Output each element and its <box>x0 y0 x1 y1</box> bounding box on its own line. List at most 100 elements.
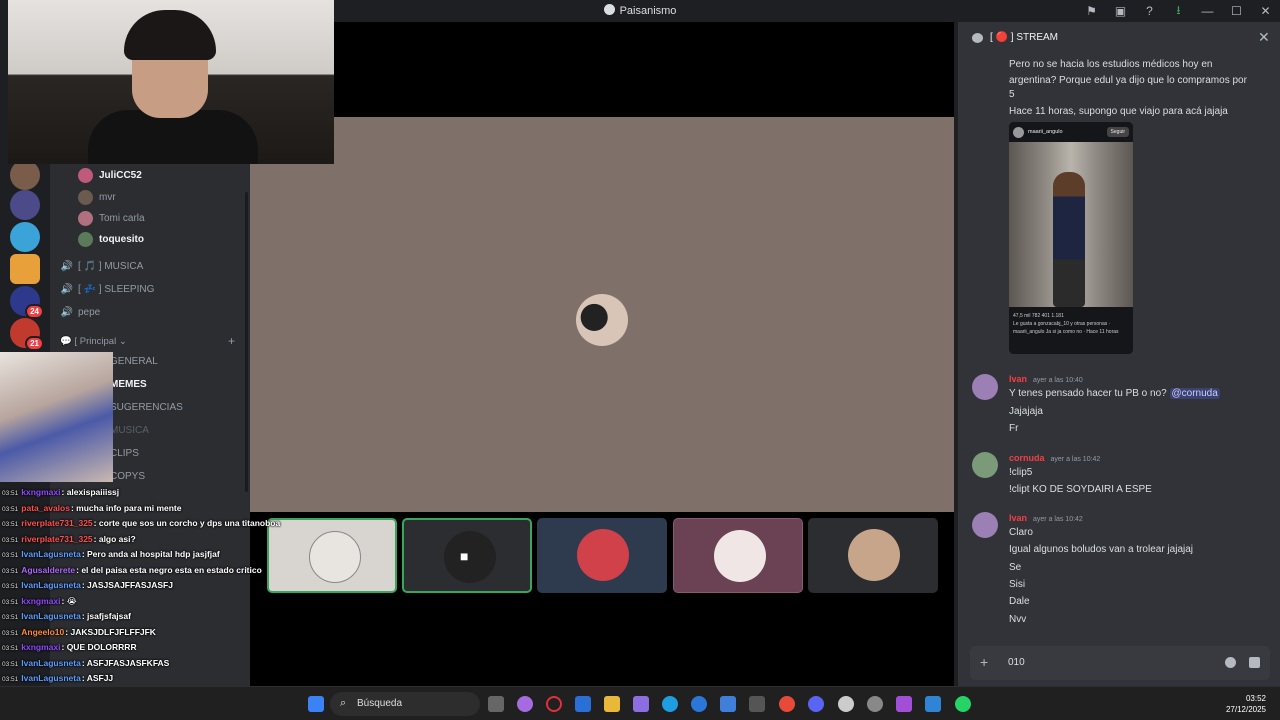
panel-header: [ 🔴 ] STREAM ✕ <box>958 22 1280 54</box>
server-icon-4[interactable] <box>10 254 40 284</box>
inbox-icon[interactable]: ▣ <box>1106 4 1135 18</box>
message-text: Fr <box>1009 423 1019 434</box>
app-icon[interactable] <box>925 696 941 712</box>
voice-user[interactable]: toquesito <box>78 229 144 249</box>
speaker-icon: 🔊 <box>60 306 74 318</box>
emoji-icon[interactable] <box>1225 657 1236 668</box>
voice-user[interactable]: Tomi carla <box>78 208 145 228</box>
flag-icon[interactable]: ⚑ <box>1077 4 1106 18</box>
message-text: Dale <box>1009 596 1030 607</box>
message-author[interactable]: Ivan ayer a las 10:42 <box>1009 513 1083 523</box>
stream-chat-panel: [ 🔴 ] STREAM ✕ Pero no se hacia los estu… <box>958 22 1280 686</box>
message-text: Hace 11 horas, supongo que viajo para ac… <box>1009 106 1228 117</box>
help-icon[interactable]: ? <box>1135 4 1164 18</box>
message-text: Se <box>1009 562 1022 573</box>
app-icon[interactable] <box>691 696 707 712</box>
discord-icon[interactable] <box>808 696 824 712</box>
voice-user[interactable]: mvr <box>78 187 116 207</box>
unread-badge: 21 <box>25 336 44 351</box>
overlay-chat-line: 03:51 IvanLagusneta: Pero anda al hospita… <box>2 549 220 559</box>
message-input[interactable]: 010 <box>1008 657 1025 668</box>
server-icon-2[interactable] <box>10 190 40 220</box>
download-icon[interactable]: ⭳ <box>1164 1 1193 22</box>
voice-user[interactable]: JuliCC52 <box>78 165 142 185</box>
participant-tile[interactable] <box>537 518 667 593</box>
terminal-icon[interactable] <box>749 696 765 712</box>
category-principal[interactable]: 💬 [ Principal ⌄ <box>60 336 127 347</box>
app-icon[interactable] <box>896 696 912 712</box>
server-icon-3[interactable] <box>10 222 40 252</box>
opera-icon[interactable] <box>546 696 562 712</box>
store-icon[interactable] <box>575 696 591 712</box>
taskbar: ⌕ Búsqueda 03:52 27/12/2025 <box>0 686 1280 720</box>
main-video-area[interactable] <box>250 117 954 512</box>
avatar <box>78 167 93 183</box>
copilot-icon[interactable] <box>517 696 533 712</box>
windows-start-icon[interactable] <box>308 696 324 712</box>
overlay-chat-line: 03:51 kxngmaxi: alexispaiiissj <box>2 487 120 497</box>
webcam-overlay-2 <box>0 352 113 482</box>
message-text: Jajajaja <box>1009 406 1043 417</box>
attach-plus-icon[interactable]: + <box>980 654 988 670</box>
voice-channel-musica[interactable]: 🔊[ 🎵 ] MUSICA <box>60 256 143 276</box>
overlay-chat-line: 03:51 IvanLagusneta: ASFJJ <box>2 673 114 683</box>
message-author[interactable]: Ivan ayer a las 10:40 <box>1009 374 1083 384</box>
thread-icon <box>972 33 983 43</box>
notepad-icon[interactable] <box>720 696 736 712</box>
text-channel[interactable]: CLIPS <box>110 443 139 463</box>
panel-title: [ 🔴 ] STREAM <box>990 32 1059 43</box>
text-channel[interactable]: MEMES <box>110 374 147 394</box>
server-icon <box>603 4 615 15</box>
message-text: Sisi <box>1009 579 1026 590</box>
avatar <box>444 531 496 583</box>
message-text: Pero no se hacia los estudios médicos ho… <box>1009 59 1213 70</box>
text-channel[interactable]: COPYS <box>110 466 145 486</box>
add-channel-icon[interactable]: + <box>228 334 235 348</box>
avatar[interactable] <box>972 452 998 478</box>
avatar[interactable] <box>972 512 998 538</box>
explorer-icon[interactable] <box>604 696 620 712</box>
text-channel[interactable]: SUGERENCIAS <box>110 397 183 417</box>
participant-tile[interactable] <box>673 518 803 593</box>
clock[interactable]: 03:52 27/12/2025 <box>1226 693 1266 715</box>
voice-channel-pepe[interactable]: 🔊 pepe <box>60 302 100 322</box>
edge-icon[interactable] <box>662 696 678 712</box>
text-channel[interactable]: MUSICA <box>110 420 149 440</box>
server-icon-5[interactable]: 24 <box>10 286 44 319</box>
message-composer[interactable]: + 010 <box>970 646 1270 680</box>
server-icon-6[interactable]: 21 <box>10 318 44 351</box>
unread-badge: 24 <box>25 304 44 319</box>
focused-user-avatar <box>576 294 628 346</box>
participant-tile[interactable]: ■ <box>402 518 532 593</box>
gif-icon[interactable] <box>1249 657 1260 668</box>
avatar <box>78 231 93 247</box>
taskbar-search[interactable]: ⌕ Búsqueda <box>330 692 480 716</box>
task-view-icon[interactable] <box>488 696 504 712</box>
close-panel-button[interactable]: ✕ <box>1258 29 1270 46</box>
avatar <box>1013 126 1024 138</box>
search-icon: ⌕ <box>340 697 347 709</box>
minimize-button[interactable]: — <box>1193 4 1222 18</box>
voice-channel-sleeping[interactable]: 🔊[ 💤 ] SLEEPING <box>60 279 155 299</box>
message-text: !clipt KO DE SOYDAIRI A ESPE <box>1009 484 1152 495</box>
text-channel[interactable]: GENERAL <box>110 351 158 371</box>
user-mention[interactable]: @cornuda <box>1169 388 1220 399</box>
whatsapp-icon[interactable] <box>955 696 971 712</box>
message-text: 5 <box>1009 89 1015 100</box>
avatar[interactable] <box>972 374 998 400</box>
image-embed[interactable]: maarii_angulo Seguir 47,5 mil 782 401 1.1… <box>1009 122 1133 354</box>
sidebar-scrollbar[interactable] <box>245 192 248 492</box>
overlay-chat-line: 03:51 Angeelo10: JAKSJDLFJFLFFJFK <box>2 626 156 637</box>
message-author[interactable]: cornuda ayer a las 10:42 <box>1009 453 1100 463</box>
settings-icon[interactable] <box>838 696 854 712</box>
app-icon[interactable] <box>867 696 883 712</box>
overlay-chat-line: 03:51 kxngmaxi: QUE DOLORRRR <box>2 642 137 652</box>
chrome-icon[interactable] <box>779 696 795 712</box>
app-icon[interactable] <box>633 696 649 712</box>
server-icon-1[interactable] <box>10 160 40 190</box>
speaker-icon: 🔊 <box>60 283 74 295</box>
close-window-button[interactable]: ✕ <box>1251 4 1280 18</box>
overlay-chat-line: 03:51 IvanLagusneta: jsafjsfajsaf <box>2 611 131 621</box>
participant-tile[interactable] <box>808 518 938 593</box>
maximize-button[interactable]: ☐ <box>1222 4 1251 18</box>
